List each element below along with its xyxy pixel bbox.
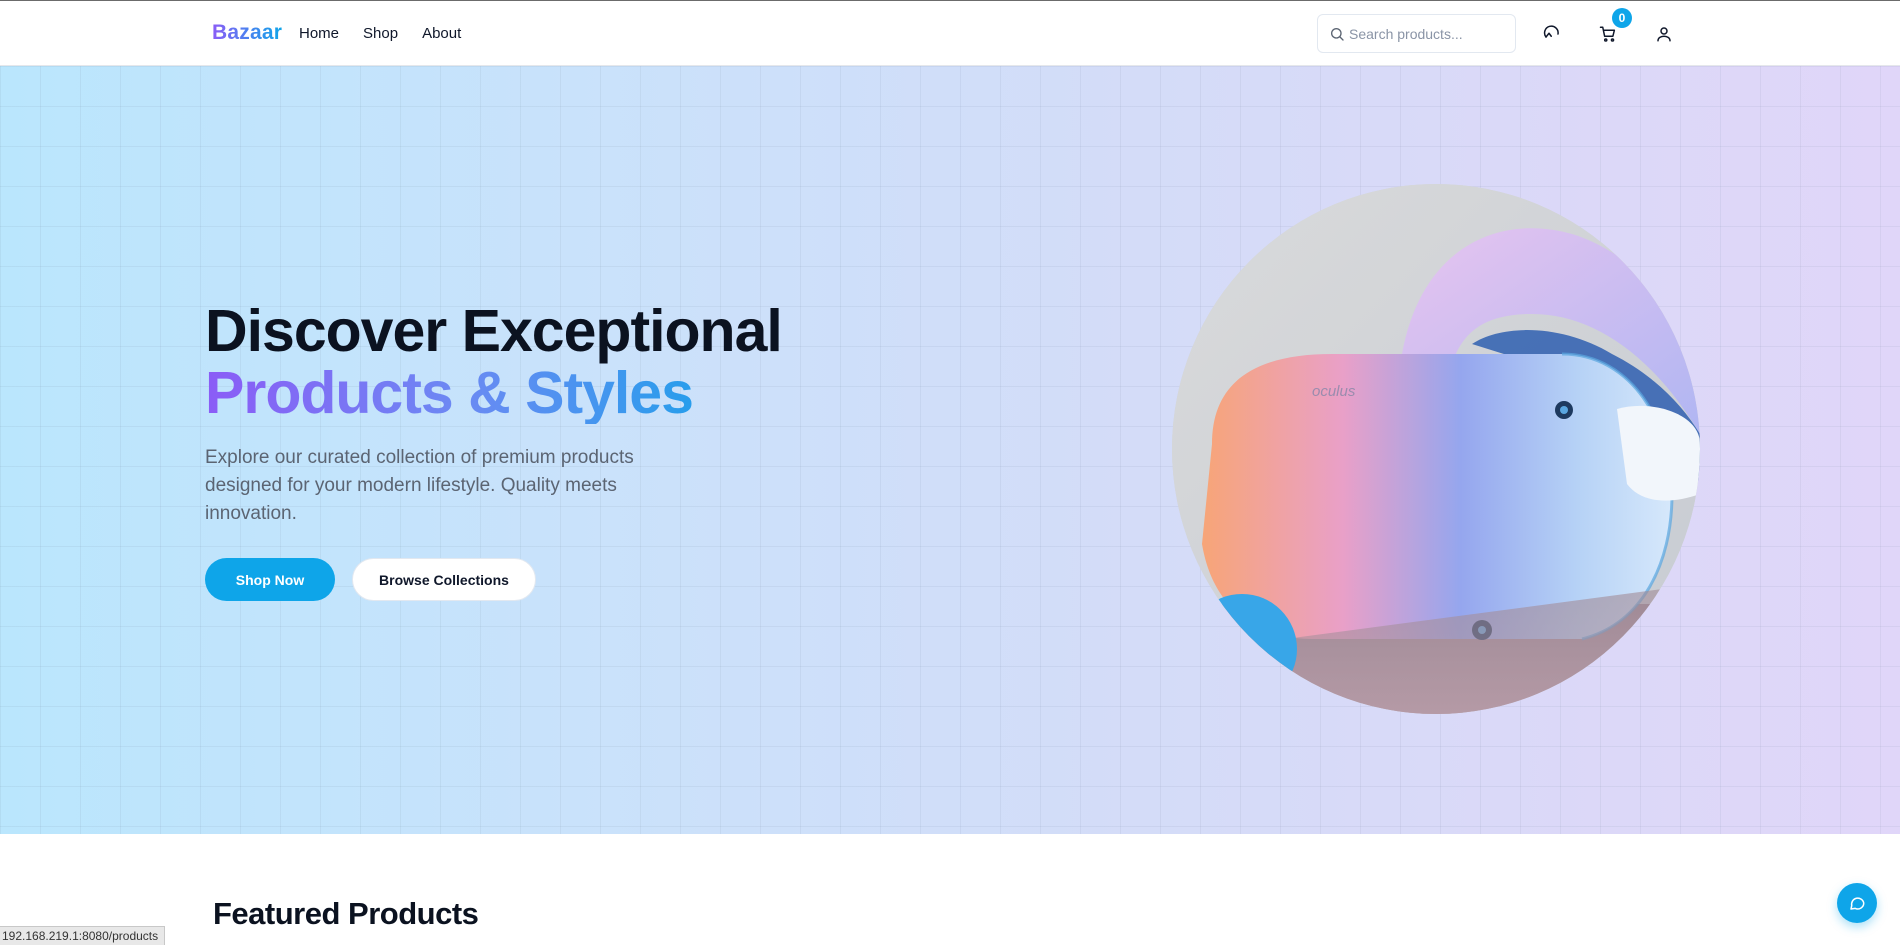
theme-icon [1543,25,1559,38]
hero-product-image: oculus [1172,184,1700,714]
cart-icon [1599,26,1616,42]
hero-title: Discover Exceptional Products & Styles [205,298,783,424]
hero-title-line1: Discover Exceptional [205,298,783,364]
vr-headset-illustration: oculus [1172,184,1700,714]
link-status-bar: 192.168.219.1:8080/products [0,926,166,945]
shop-now-button[interactable]: Shop Now [205,558,335,601]
nav-link-home[interactable]: Home [299,25,339,42]
search-box [1317,14,1516,53]
search-icon [1331,28,1344,41]
search-input[interactable] [1349,15,1509,52]
main-nav: Home Shop About [299,25,461,42]
theme-toggle-button[interactable] [1540,22,1564,46]
browse-collections-button[interactable]: Browse Collections [352,558,536,601]
hero-description: Explore our curated collection of premiu… [205,447,634,524]
site-header: Bazaar Home Shop About 0 [0,0,1900,66]
hero-title-line2: Products & Styles [205,362,782,424]
chat-button[interactable] [1837,883,1877,923]
nav-link-shop[interactable]: Shop [363,25,398,42]
nav-link-about[interactable]: About [422,25,461,42]
site-logo[interactable]: Bazaar [212,21,282,45]
hero-section: Discover Exceptional Products & Styles E… [0,66,1900,834]
cart-count-badge: 0 [1612,8,1632,28]
oculus-brand-text: oculus [1312,383,1356,400]
account-button[interactable] [1652,22,1676,46]
featured-products-title: Featured Products [213,896,479,931]
user-icon [1657,27,1671,42]
chat-icon [1850,897,1865,910]
